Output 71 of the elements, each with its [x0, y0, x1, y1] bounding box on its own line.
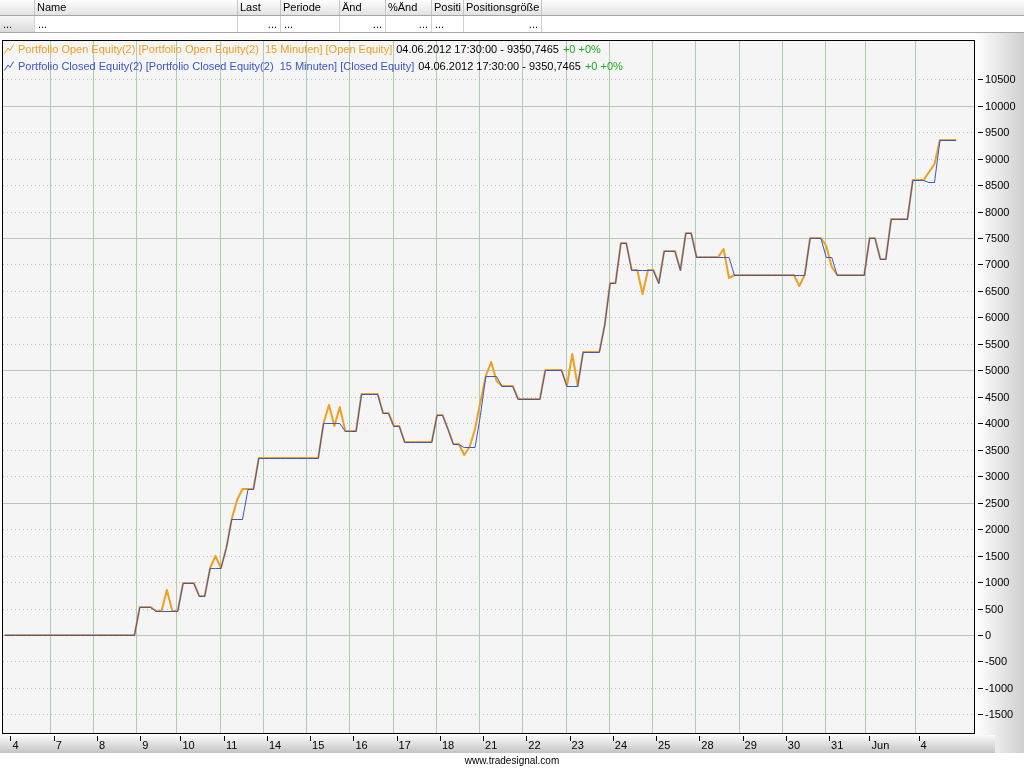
y-axis-label: 1500	[985, 550, 1010, 562]
x-axis-label: 10	[182, 739, 195, 751]
column-header[interactable]: Positionsgröße	[464, 0, 542, 15]
column-header[interactable]: %Änd	[386, 0, 432, 15]
x-axis-label: 21	[485, 739, 498, 751]
y-axis-label: 6000	[985, 311, 1010, 323]
y-axis-label: 10000	[985, 100, 1016, 112]
table-cell: ...	[340, 16, 386, 32]
column-header[interactable]: Periode	[281, 0, 340, 15]
y-axis-label: -1500	[985, 708, 1014, 720]
x-axis-label: 25	[658, 739, 671, 751]
column-header[interactable]: Positi	[432, 0, 464, 15]
x-axis-label: 8	[98, 739, 106, 751]
y-axis-label: -500	[985, 655, 1008, 667]
legend-change: +0 +0%	[562, 42, 601, 55]
x-axis-label: 30	[787, 739, 801, 751]
x-axis-label: 28	[701, 739, 714, 751]
y-axis-label: 6500	[985, 285, 1010, 297]
x-axis-label: Jun	[871, 739, 890, 751]
x-axis-label: 11	[226, 739, 238, 751]
x-axis-label: 29	[744, 739, 757, 751]
legend-reading: 04.06.2012 17:30:00 - 9350,7465	[418, 59, 581, 72]
legend-label: Portfolio Closed Equity(2) [Portfolio Closed Equity(2) 15 Minuten] [Closed Equity]	[18, 59, 415, 72]
y-axis-label: 3000	[985, 470, 1010, 482]
y-axis-label: -1000	[985, 682, 1014, 694]
y-axis-label: 8500	[985, 179, 1010, 191]
y-axis-label: 3500	[985, 444, 1010, 456]
x-axis-label: 22	[528, 739, 541, 751]
x-axis-label: 14	[268, 739, 282, 751]
table-cell: ...	[386, 16, 432, 32]
table-cell: ...	[238, 16, 281, 32]
y-axis-label: 5000	[985, 364, 1010, 376]
y-axis-label: 1000	[985, 576, 1010, 588]
legend-line-icon	[4, 60, 14, 71]
y-axis-label: 5500	[985, 338, 1010, 350]
x-axis-label: 23	[571, 739, 584, 751]
y-axis-label: 9500	[985, 126, 1010, 138]
x-axis-label: 17	[398, 739, 411, 751]
x-axis-label: 4	[920, 739, 927, 751]
x-axis-label: 16	[355, 739, 368, 751]
y-axis-label: 7500	[985, 232, 1010, 244]
legend-label: Portfolio Open Equity(2) [Portfolio Open Equity(2) 15 Minuten] [Open Equity]	[18, 42, 393, 55]
x-axis-label: 15	[312, 739, 325, 751]
column-header[interactable]: Last	[238, 0, 281, 15]
x-axis-label: 9	[142, 739, 149, 751]
y-axis-label: 10500	[985, 73, 1016, 85]
y-axis-label: 2000	[985, 523, 1010, 535]
legend-change: +0 +0%	[584, 59, 623, 72]
table-cell: ...	[281, 16, 340, 32]
y-axis-label: 2500	[985, 497, 1010, 509]
y-axis-label: 500	[985, 603, 1004, 615]
y-axis-label: 0	[985, 629, 992, 641]
y-axis-label: 9000	[985, 153, 1010, 165]
legend-reading: 04.06.2012 17:30:00 - 9350,7465	[396, 42, 559, 55]
y-axis-label: 7000	[985, 258, 1010, 270]
column-header[interactable]: Name	[35, 0, 238, 15]
x-axis-label: 18	[441, 739, 455, 751]
footer-text: www.tradesignal.com	[464, 755, 560, 766]
x-axis-label: 7	[55, 739, 62, 751]
y-axis-label: 8000	[985, 206, 1010, 218]
y-axis-label: 4000	[985, 417, 1010, 429]
table-cell: ...	[464, 16, 542, 32]
y-axis-label: 4500	[985, 391, 1010, 403]
row-header: ...	[0, 16, 35, 32]
table-cell: ...	[35, 16, 238, 32]
x-axis-label: 24	[614, 739, 628, 751]
x-axis-label: 4	[12, 739, 19, 751]
table-cell: ...	[432, 16, 464, 32]
x-axis-label: 31	[831, 739, 844, 751]
legend-line-icon	[4, 43, 14, 54]
column-header[interactable]: Änd	[340, 0, 386, 15]
